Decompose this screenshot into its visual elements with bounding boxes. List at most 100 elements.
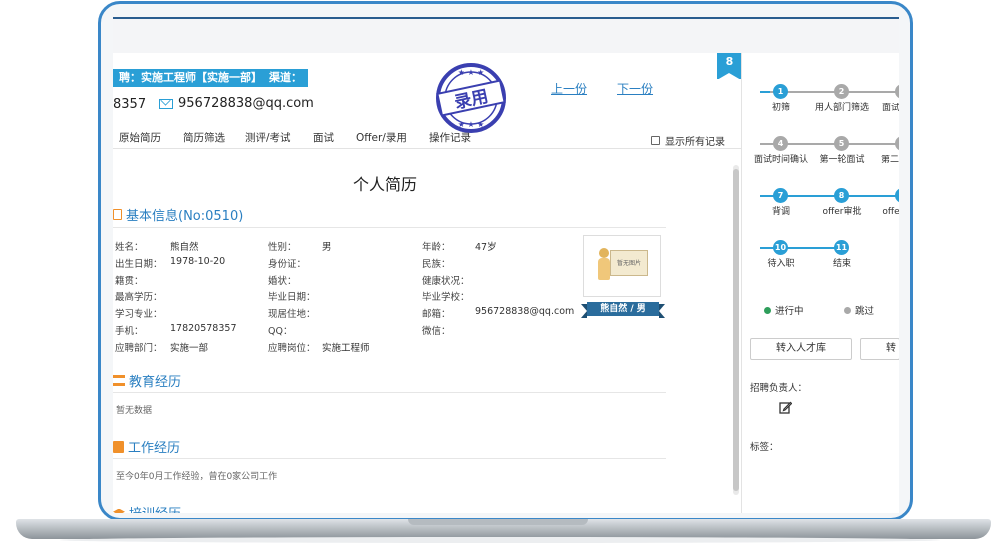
- step-label-4: 面试时间确认: [754, 155, 809, 165]
- laptop-shadow: [60, 537, 940, 543]
- gray-dot-icon: [844, 306, 851, 314]
- app-window: 聘：实施工程师【实施一部】 渠道： 8357 956728838@qq.com …: [113, 17, 899, 513]
- work-heading: 工作经历: [113, 437, 180, 456]
- tab-operation-log[interactable]: 操作记录: [429, 130, 471, 145]
- major-label: 学习专业：: [115, 309, 163, 320]
- show-all-label: 显示所有记录: [665, 137, 725, 148]
- resume-tabs: 原始简历 简历筛选 测评/考试 面试 Offer/录用 操作记录: [113, 127, 741, 149]
- person-icon: [598, 248, 610, 282]
- tab-interview[interactable]: 面试: [313, 130, 334, 145]
- step-label-11: 结束: [832, 259, 851, 269]
- step-label-9: offe: [882, 207, 899, 217]
- marital-label: 婚状：: [268, 276, 297, 287]
- post-label: 应聘岗位：: [268, 343, 316, 354]
- ribbon-tail: [659, 304, 665, 318]
- dept-value: 实施一部: [170, 343, 209, 354]
- ethnic-label: 民族：: [422, 259, 451, 270]
- wechat-label: 微信：: [422, 326, 451, 337]
- basic-info-heading: 基本信息(No:0510): [113, 205, 243, 224]
- name-value: 熊自然: [170, 242, 199, 253]
- name-ribbon: 熊自然 / 男: [587, 302, 659, 316]
- tab-offer[interactable]: Offer/录用: [356, 130, 407, 145]
- laptop-notch: [408, 519, 588, 525]
- email-contact[interactable]: 956728838@qq.com: [159, 96, 314, 111]
- green-dot-icon: [764, 306, 771, 314]
- graduation-cap-icon: [113, 508, 125, 513]
- mail-icon: [159, 98, 173, 109]
- briefcase-icon: [113, 440, 124, 453]
- step-dot-8[interactable]: 8: [834, 188, 849, 203]
- id-label: 身份证：: [268, 259, 307, 270]
- age-label: 年龄：: [422, 242, 451, 253]
- step-dot-11[interactable]: 11: [834, 240, 849, 255]
- post-value: 实施工程师: [322, 343, 370, 354]
- show-all-records[interactable]: 显示所有记录: [651, 133, 725, 148]
- work-summary: 至今0年0月工作经验，曾在0家公司工作: [116, 472, 278, 482]
- step-label-3: 面试: [882, 103, 899, 113]
- education-empty: 暂无数据: [116, 406, 153, 416]
- step-label-8: offer审批: [822, 207, 862, 217]
- progress-panel: 1 2 3 初筛 用人部门筛选 面试 4 5 6 面试时间确认 第一轮面试 第二…: [741, 53, 899, 513]
- step-connector: [760, 91, 770, 93]
- channel-label: 渠道：: [263, 69, 308, 87]
- hired-stamp: ★ ★ ★ ★ ★ ★ 录用: [436, 63, 506, 133]
- legend-in-progress: 进行中: [764, 303, 804, 317]
- age-value: 47岁: [475, 242, 497, 253]
- scroll-thumb[interactable]: [733, 169, 739, 491]
- scrollbar[interactable]: [733, 165, 739, 495]
- laptop-screen: 聘：实施工程师【实施一部】 渠道： 8357 956728838@qq.com …: [98, 1, 913, 521]
- email-text: 956728838@qq.com: [178, 96, 314, 111]
- step-label-5: 第一轮面试: [819, 155, 865, 165]
- gender-value: 男: [322, 242, 332, 253]
- step-dot-9[interactable]: 9: [895, 188, 899, 203]
- next-resume-link[interactable]: 下一份: [617, 80, 653, 97]
- position-label: 聘：实施工程师【实施一部】: [113, 69, 268, 87]
- divider: [113, 458, 666, 459]
- education-heading: 教育经历: [113, 371, 181, 390]
- edit-icon[interactable]: [779, 401, 792, 414]
- step-dot-1[interactable]: 1: [773, 84, 788, 99]
- step-dot-7[interactable]: 7: [773, 188, 788, 203]
- step-label-2: 用人部门筛选: [814, 103, 869, 113]
- training-heading: 培训经历: [113, 503, 181, 513]
- step-dot-4[interactable]: 4: [773, 136, 788, 151]
- tab-resume-screening[interactable]: 简历筛选: [183, 130, 225, 145]
- birth-label: 出生日期：: [115, 259, 163, 270]
- phone-fragment: 8357: [113, 97, 147, 112]
- tab-assessment[interactable]: 测评/考试: [245, 130, 291, 145]
- education-label: 最高学历：: [115, 292, 163, 303]
- step-dot-10[interactable]: 10: [773, 240, 788, 255]
- health-label: 健康状况：: [422, 276, 470, 287]
- prev-resume-link[interactable]: 上一份: [551, 80, 587, 97]
- address-label: 现居住地：: [268, 309, 316, 320]
- step-label-6: 第二: [880, 155, 899, 165]
- gender-label: 性别：: [268, 242, 297, 253]
- grad-date-label: 毕业日期：: [268, 292, 316, 303]
- dept-label: 应聘部门：: [115, 343, 163, 354]
- step-dot-3[interactable]: 3: [895, 84, 899, 99]
- divider: [113, 227, 666, 228]
- native-label: 籍贯：: [115, 276, 144, 287]
- qq-label: QQ：: [268, 326, 293, 337]
- bank-icon: [113, 375, 125, 386]
- top-band: [113, 19, 899, 53]
- name-label: 姓名：: [115, 242, 144, 253]
- legend-skipped: 跳过: [844, 303, 874, 317]
- email-value: 956728838@qq.com: [475, 306, 575, 317]
- step-label-10: 待入职: [767, 259, 795, 269]
- mobile-value: 17820578357: [170, 323, 237, 334]
- tag-label: 标签：: [750, 442, 779, 453]
- tab-original-resume[interactable]: 原始简历: [119, 130, 161, 145]
- step-dot-6[interactable]: 6: [895, 136, 899, 151]
- transfer-to-talent-pool-button[interactable]: 转入人才库: [750, 338, 852, 360]
- divider: [113, 392, 666, 393]
- show-all-checkbox[interactable]: [651, 136, 660, 145]
- step-dot-2[interactable]: 2: [834, 84, 849, 99]
- transfer-button-2[interactable]: 转: [860, 338, 899, 360]
- document-icon: [113, 209, 122, 220]
- email-label: 邮箱：: [422, 309, 451, 320]
- count-badge: 8: [717, 53, 742, 80]
- step-dot-5[interactable]: 5: [834, 136, 849, 151]
- no-photo-text: 暂无图片: [610, 250, 648, 276]
- svg-text:★ ★ ★: ★ ★ ★: [458, 68, 485, 77]
